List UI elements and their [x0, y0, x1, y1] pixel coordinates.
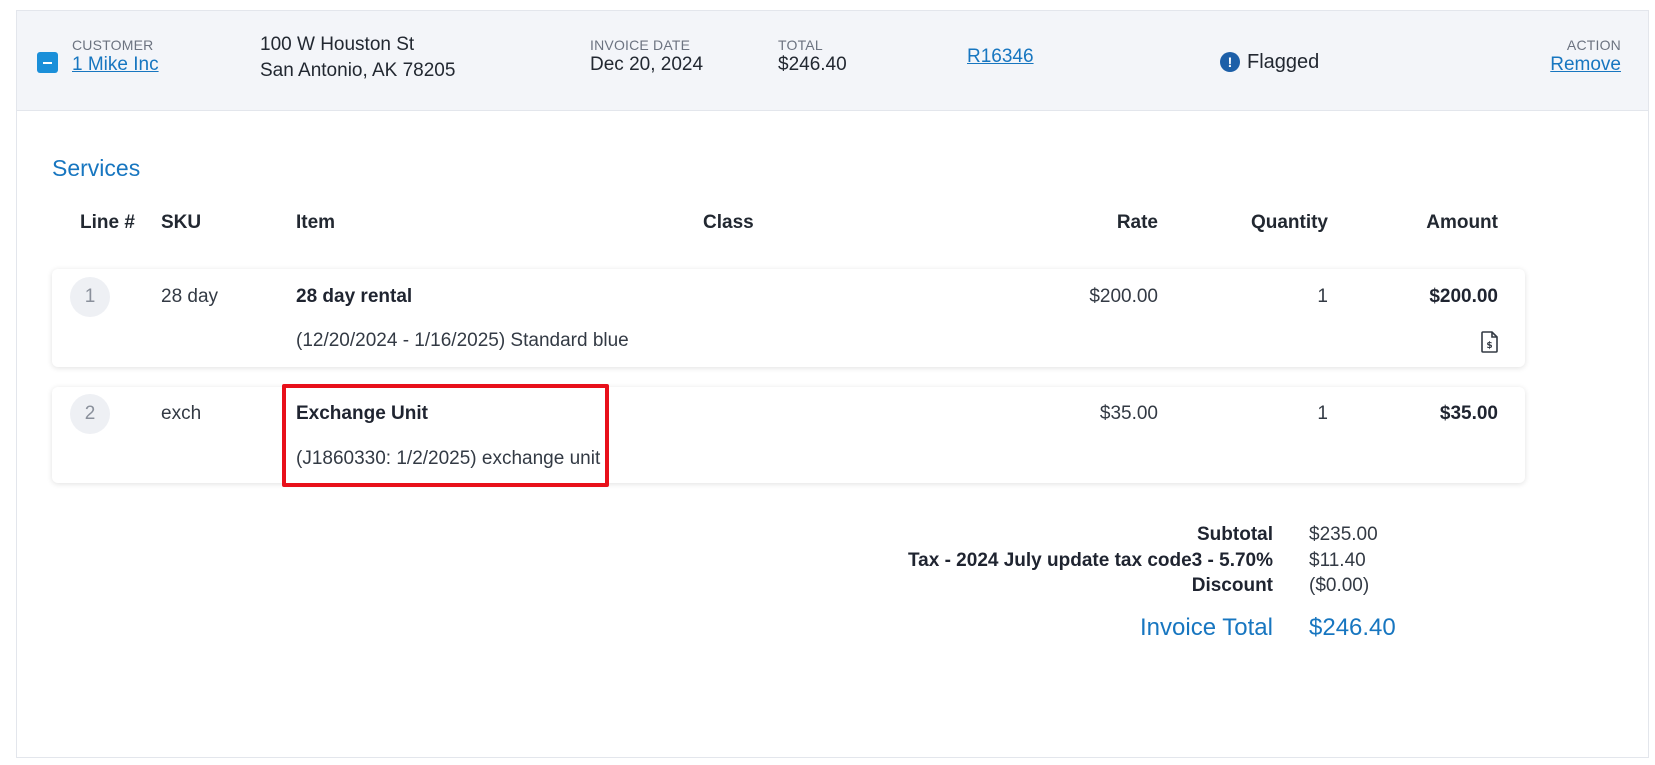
col-header-class: Class: [703, 212, 754, 233]
tax-value: $11.40: [1309, 550, 1366, 571]
invoice-header: CUSTOMER 1 Mike Inc 100 W Houston St San…: [17, 11, 1648, 111]
svg-text:$: $: [1486, 341, 1492, 351]
collapse-toggle-button[interactable]: [37, 52, 58, 73]
action-label: ACTION: [1566, 37, 1621, 53]
row-quantity: 1: [1317, 403, 1328, 424]
invoice-panel: CUSTOMER 1 Mike Inc 100 W Houston St San…: [16, 10, 1649, 758]
col-header-rate: Rate: [1116, 212, 1158, 233]
col-header-line: Line #: [80, 212, 135, 233]
col-header-quantity: Quantity: [1250, 212, 1328, 233]
total-value: $246.40: [778, 54, 847, 75]
invoice-dollar-icon[interactable]: $: [1480, 331, 1500, 353]
invoice-date-label: INVOICE DATE: [590, 37, 691, 53]
tax-label: Tax - 2024 July update tax code3 - 5.70%: [907, 550, 1273, 571]
table-row: 2 exch Exchange Unit (J1860330: 1/2/2025…: [52, 387, 1525, 483]
row-sku: 28 day: [161, 286, 219, 307]
subtotal-label: Subtotal: [1197, 524, 1273, 545]
address-line2: San Antonio, AK 78205: [260, 60, 456, 81]
row-sku: exch: [161, 403, 202, 424]
address-line1: 100 W Houston St: [260, 34, 415, 55]
exclamation-circle-icon: !: [1220, 52, 1240, 72]
customer-label: CUSTOMER: [72, 37, 154, 53]
table-row: 1 28 day 28 day rental (12/20/2024 - 1/1…: [52, 269, 1525, 367]
row-item-description: (12/20/2024 - 1/16/2025) Standard blue: [296, 330, 629, 351]
discount-value: ($0.00): [1309, 575, 1370, 596]
invoice-total-label: Invoice Total: [1140, 614, 1273, 641]
total-label: TOTAL: [778, 37, 823, 53]
invoice-total-value: $246.40: [1309, 614, 1396, 641]
remove-link[interactable]: Remove: [1550, 54, 1621, 76]
customer-link[interactable]: 1 Mike Inc: [72, 54, 159, 76]
row-quantity: 1: [1317, 286, 1328, 307]
row-rate: $200.00: [1089, 286, 1158, 307]
invoice-number-link[interactable]: R16346: [967, 46, 1034, 68]
line-number-badge: 1: [70, 277, 110, 317]
col-header-sku: SKU: [161, 212, 202, 233]
row-item-name: Exchange Unit: [296, 403, 428, 424]
status-badge: ! Flagged: [1220, 48, 1319, 76]
col-header-amount: Amount: [1426, 212, 1498, 233]
row-amount: $35.00: [1439, 403, 1498, 424]
discount-label: Discount: [1191, 575, 1273, 596]
row-rate: $35.00: [1099, 403, 1158, 424]
invoice-date-value: Dec 20, 2024: [590, 54, 704, 75]
col-header-item: Item: [296, 212, 336, 233]
row-item-name: 28 day rental: [296, 286, 413, 307]
row-item-description: (J1860330: 1/2/2025) exchange unit: [296, 448, 601, 469]
services-title: Services: [52, 155, 141, 181]
row-amount: $200.00: [1429, 286, 1498, 307]
subtotal-value: $235.00: [1309, 524, 1378, 545]
line-number-badge: 2: [70, 394, 110, 434]
status-text: Flagged: [1247, 50, 1320, 73]
